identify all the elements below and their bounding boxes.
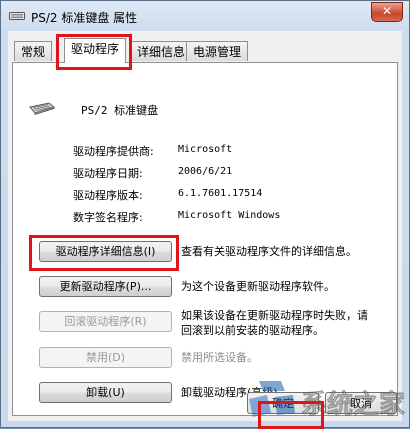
keyboard-icon [9, 12, 25, 20]
device-name: PS/2 标准键盘 [81, 104, 159, 117]
date-value: 2006/6/21 [178, 166, 233, 177]
tab-details[interactable]: 详细信息 [130, 41, 193, 61]
version-label: 驱动程序版本: [73, 189, 143, 202]
disable-button[interactable]: 禁用(D) [39, 347, 172, 368]
date-label: 驱动程序日期: [73, 167, 143, 180]
update-driver-button[interactable]: 更新驱动程序(P)... [39, 276, 172, 297]
close-button[interactable]: ✕ [371, 2, 403, 22]
tab-power-management[interactable]: 电源管理 [186, 41, 249, 61]
provider-label: 驱动程序提供商: [73, 145, 154, 158]
rollback-driver-desc-line1: 如果该设备在更新驱动程序时失败，请 [181, 309, 368, 322]
signer-label: 数字签名程序: [73, 211, 143, 224]
tab-general[interactable]: 常规 [14, 41, 53, 61]
provider-value: Microsoft [178, 144, 233, 155]
disable-desc: 禁用所选设备。 [181, 351, 258, 364]
window-title: PS/2 标准键盘 属性 [31, 11, 138, 25]
version-value: 6.1.7601.17514 [178, 188, 263, 199]
uninstall-button[interactable]: 卸载(U) [39, 382, 172, 403]
rollback-driver-button[interactable]: 回滚驱动程序(R) [39, 311, 172, 332]
update-driver-desc: 为这个设备更新驱动程序软件。 [181, 280, 335, 293]
title-bar[interactable]: PS/2 标准键盘 属性 ✕ [1, 1, 409, 33]
keyboard-device-icon [29, 102, 55, 115]
properties-window: PS/2 标准键盘 属性 ✕ 常规 驱动程序 详细信息 电源管理 PS/2 标准… [0, 0, 410, 429]
highlight-box-ok [258, 401, 324, 429]
highlight-box-update-driver [29, 235, 179, 271]
signer-value: Microsoft Windows [178, 210, 281, 221]
driver-details-desc: 查看有关驱动程序文件的详细信息。 [181, 245, 357, 258]
tab-driver[interactable]: 驱动程序 [64, 38, 127, 63]
rollback-driver-desc-line2: 回滚到以前安装的驱动程序。 [181, 324, 324, 337]
dialog-client: 常规 驱动程序 详细信息 电源管理 PS/2 标准键盘 驱动程序提供商: Mic… [8, 31, 402, 421]
tab-strip: 常规 驱动程序 详细信息 电源管理 [10, 38, 400, 63]
